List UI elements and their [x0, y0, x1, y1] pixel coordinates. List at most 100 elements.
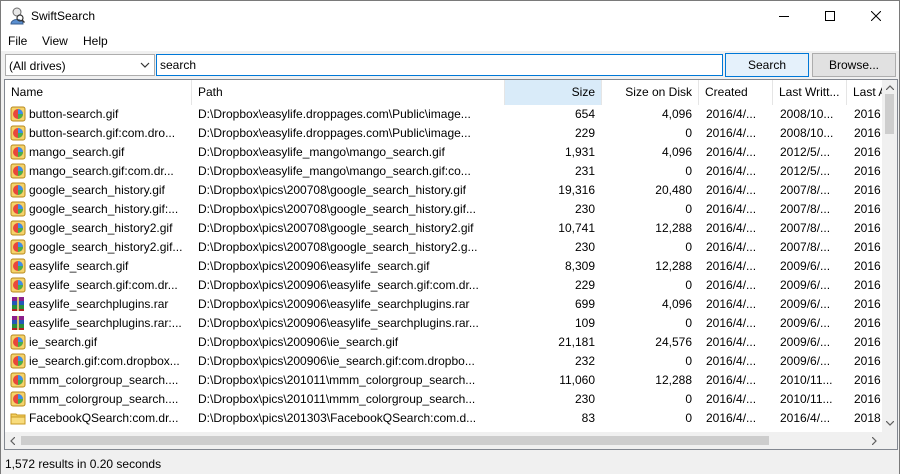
table-row[interactable]: mmm_colorgroup_search.... D:\Dropbox\pics… [5, 371, 883, 390]
cell-disk: 0 [685, 316, 692, 330]
cell-created: 2016/4/... [706, 145, 757, 159]
maximize-button[interactable] [807, 1, 853, 31]
cell-name: easylife_search.gif:com.dr... [29, 278, 178, 292]
menu-file[interactable]: File [8, 34, 27, 48]
table-row[interactable]: google_search_history.gif D:\Dropbox\pics… [5, 181, 883, 200]
cell-size: 232 [574, 354, 595, 368]
title-bar: SwiftSearch [1, 1, 899, 31]
search-input[interactable] [156, 54, 723, 76]
drive-select-value: (All drives) [9, 59, 66, 73]
cell-written: 2007/8/... [780, 221, 831, 235]
cell-path: D:\Dropbox\pics\200708\google_search_his… [198, 183, 466, 197]
column-header-created[interactable]: Created [699, 80, 773, 105]
cell-written: 2007/8/... [780, 202, 831, 216]
table-row[interactable]: easylife_searchplugins.rar D:\Dropbox\pic… [5, 295, 883, 314]
cell-name: easylife_searchplugins.rar [29, 297, 169, 311]
cell-name: mmm_colorgroup_search.... [29, 373, 179, 387]
gif-icon [10, 258, 26, 274]
drive-select[interactable]: (All drives) [5, 54, 155, 76]
cell-accessed: 2016 [854, 335, 881, 349]
cell-size: 230 [574, 240, 595, 254]
table-row[interactable]: ie_search.gif:com.dropbox... D:\Dropbox\p… [5, 352, 883, 371]
cell-accessed: 2016 [854, 373, 881, 387]
table-row[interactable]: easylife_search.gif:com.dr... D:\Dropbox\… [5, 276, 883, 295]
table-row[interactable]: easylife_searchplugins.rar:... D:\Dropbox… [5, 314, 883, 333]
gif-icon [10, 277, 26, 293]
maximize-icon [825, 11, 835, 21]
cell-name: mango_search.gif:com.dr... [29, 164, 174, 178]
cell-size: 10,741 [558, 221, 595, 235]
browse-button[interactable]: Browse... [812, 53, 896, 77]
cell-size: 109 [574, 316, 595, 330]
scroll-down-arrow[interactable] [882, 416, 897, 431]
cell-accessed: 2016 [854, 202, 881, 216]
rar-icon [10, 296, 26, 312]
table-row[interactable]: google_search_history2.gif... D:\Dropbox\… [5, 238, 883, 257]
results-list[interactable]: Name Path Size Size on Disk Created Last… [4, 79, 898, 450]
cell-name: google_search_history2.gif [29, 221, 173, 235]
cell-size: 231 [574, 164, 595, 178]
status-bar: 1,572 results in 0.20 seconds [1, 453, 899, 474]
status-text: 1,572 results in 0.20 seconds [5, 457, 162, 471]
cell-written: 2007/8/... [780, 183, 831, 197]
cell-path: D:\Dropbox\pics\200906\easylife_search.g… [198, 259, 430, 273]
menu-help[interactable]: Help [83, 34, 108, 48]
scroll-right-arrow[interactable] [867, 433, 882, 448]
search-button[interactable]: Search [725, 53, 809, 77]
column-header-size[interactable]: Size [505, 80, 602, 105]
cell-created: 2016/4/... [706, 107, 757, 121]
cell-accessed: 2016 [854, 354, 881, 368]
scroll-left-arrow[interactable] [5, 433, 20, 448]
horizontal-scroll-thumb[interactable] [21, 436, 769, 445]
close-button[interactable] [853, 1, 899, 31]
vertical-scrollbar[interactable] [882, 80, 897, 432]
table-row[interactable]: google_search_history2.gif D:\Dropbox\pic… [5, 219, 883, 238]
column-header-last-written[interactable]: Last Writt... [773, 80, 847, 105]
cell-size: 229 [574, 278, 595, 292]
cell-path: D:\Dropbox\pics\200708\google_search_his… [198, 202, 476, 216]
folder-file-icon [10, 410, 26, 426]
gif-icon [10, 353, 26, 369]
cell-path: D:\Dropbox\pics\200906\ie_search.gif [198, 335, 399, 349]
cell-created: 2016/4/... [706, 259, 757, 273]
cell-path: D:\Dropbox\pics\200708\google_search_his… [198, 221, 474, 235]
cell-created: 2016/4/... [706, 164, 757, 178]
table-row[interactable]: mango_search.gif:com.dr... D:\Dropbox\eas… [5, 162, 883, 181]
cell-path: D:\Dropbox\pics\201011\mmm_colorgroup_se… [198, 373, 476, 387]
cell-path: D:\Dropbox\easylife_mango\mango_search.g… [198, 164, 471, 178]
cell-size: 1,931 [564, 145, 595, 159]
cell-name: google_search_history.gif [29, 183, 165, 197]
table-row[interactable]: google_search_history.gif:... D:\Dropbox\… [5, 200, 883, 219]
column-header-size-on-disk[interactable]: Size on Disk [602, 80, 699, 105]
minimize-button[interactable] [761, 1, 807, 31]
gif-icon [10, 220, 26, 236]
cell-disk: 4,096 [661, 145, 692, 159]
table-row[interactable]: easylife_search.gif D:\Dropbox\pics\20090… [5, 257, 883, 276]
chevron-up-icon [885, 85, 894, 90]
table-row[interactable]: mango_search.gif D:\Dropbox\easylife_mang… [5, 143, 883, 162]
cell-created: 2016/4/... [706, 126, 757, 140]
cell-disk: 24,576 [655, 335, 692, 349]
cell-name: button-search.gif:com.dro... [29, 126, 176, 140]
table-row[interactable]: ie_search.gif D:\Dropbox\pics\200906\ie_s… [5, 333, 883, 352]
cell-disk: 12,288 [655, 221, 692, 235]
horizontal-scrollbar[interactable] [5, 432, 882, 449]
table-row[interactable]: FacebookQSearch:com.dr... D:\Dropbox\pics… [5, 409, 883, 428]
cell-disk: 0 [685, 126, 692, 140]
table-row[interactable]: button-search.gif:com.dro... D:\Dropbox\e… [5, 124, 883, 143]
cell-disk: 0 [685, 240, 692, 254]
column-header-name[interactable]: Name [5, 80, 192, 105]
cell-disk: 0 [685, 278, 692, 292]
cell-size: 699 [574, 297, 595, 311]
cell-name: easylife_search.gif [29, 259, 129, 273]
chevron-right-icon [872, 436, 877, 445]
cell-created: 2016/4/... [706, 354, 757, 368]
cell-disk: 12,288 [655, 373, 692, 387]
cell-name: google_search_history.gif:... [29, 202, 179, 216]
vertical-scroll-thumb[interactable] [885, 94, 894, 134]
table-row[interactable]: mmm_colorgroup_search.... D:\Dropbox\pics… [5, 390, 883, 409]
scroll-up-arrow[interactable] [882, 80, 897, 95]
table-row[interactable]: button-search.gif D:\Dropbox\easylife.dro… [5, 105, 883, 124]
column-header-path[interactable]: Path [192, 80, 505, 105]
menu-view[interactable]: View [42, 34, 68, 48]
